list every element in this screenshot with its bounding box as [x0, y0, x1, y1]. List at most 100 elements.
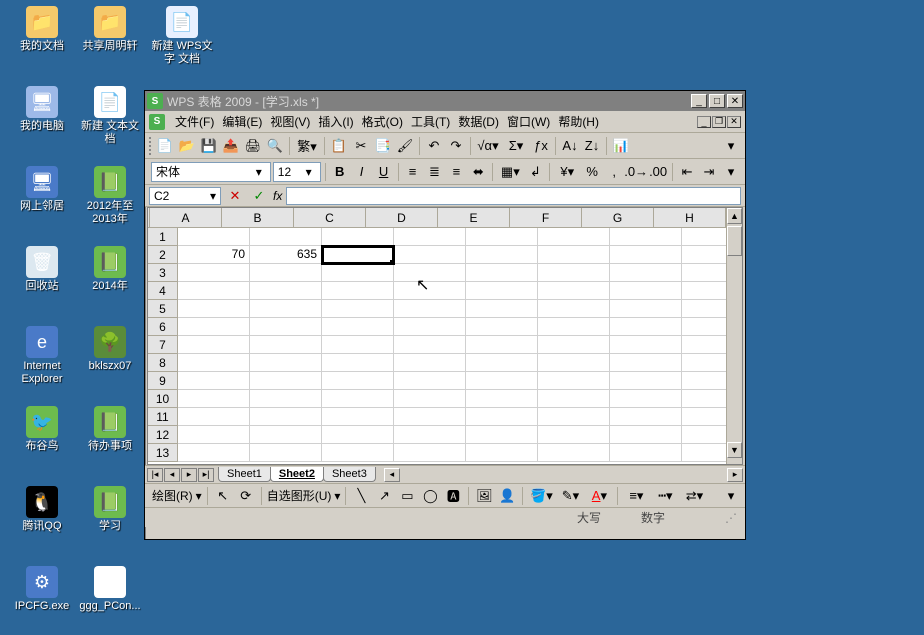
horizontal-scrollbar[interactable]: ◂ ▸	[384, 468, 743, 482]
cell[interactable]	[682, 228, 726, 246]
decrease-decimal-icon[interactable]: .00	[648, 162, 668, 182]
cell[interactable]	[610, 336, 682, 354]
cell[interactable]	[466, 246, 538, 264]
column-header[interactable]: G	[582, 208, 654, 228]
minimize-button[interactable]: _	[691, 94, 707, 108]
desktop-icon[interactable]: 🌳bklszx07	[78, 326, 142, 373]
cell[interactable]	[610, 264, 682, 282]
redo-icon[interactable]: ↷	[446, 136, 466, 156]
cell[interactable]	[682, 372, 726, 390]
cell[interactable]	[610, 282, 682, 300]
cell[interactable]	[682, 408, 726, 426]
sort-desc-icon[interactable]: Z↓	[582, 136, 602, 156]
row-header[interactable]: 1	[148, 228, 178, 246]
cell[interactable]	[682, 426, 726, 444]
desktop-icon[interactable]: 🗑回收站	[10, 246, 74, 293]
cell[interactable]	[538, 300, 610, 318]
italic-icon[interactable]: I	[352, 162, 372, 182]
column-header[interactable]: E	[438, 208, 510, 228]
cell[interactable]	[322, 228, 394, 246]
titlebar[interactable]: S WPS 表格 2009 - [学习.xls *] _ □ ✕	[145, 91, 745, 111]
save-icon[interactable]: 💾	[199, 136, 219, 156]
cell[interactable]	[538, 282, 610, 300]
cell[interactable]	[394, 372, 466, 390]
chevron-down-icon[interactable]: ▾	[302, 165, 316, 179]
cell[interactable]	[178, 408, 250, 426]
cell[interactable]	[178, 300, 250, 318]
cell[interactable]	[250, 354, 322, 372]
row-header[interactable]: 4	[148, 282, 178, 300]
row-header[interactable]: 7	[148, 336, 178, 354]
cell[interactable]	[610, 228, 682, 246]
cell[interactable]	[466, 264, 538, 282]
format-painter-icon[interactable]: 🖌	[395, 136, 415, 156]
cell[interactable]	[610, 408, 682, 426]
merge-cells-icon[interactable]: ▦▾	[497, 162, 523, 182]
cell[interactable]	[538, 354, 610, 372]
desktop-icon[interactable]: 🐧腾讯QQ	[10, 486, 74, 533]
cell[interactable]	[178, 372, 250, 390]
formula-input[interactable]	[286, 187, 741, 205]
desktop-icon[interactable]: ⚙IPCFG.exe	[10, 566, 74, 613]
open-icon[interactable]: 📂	[177, 136, 197, 156]
chevron-down-icon[interactable]: ▾	[252, 165, 266, 179]
desktop-icon[interactable]: 🖥网上邻居	[10, 166, 74, 213]
oval-icon[interactable]: ◯	[420, 486, 440, 506]
line-icon[interactable]: ╲	[351, 486, 371, 506]
cell[interactable]	[394, 246, 466, 264]
cell[interactable]	[250, 408, 322, 426]
cell[interactable]	[178, 318, 250, 336]
desktop-icon[interactable]: 📗2014年	[78, 246, 142, 293]
toolbar-overflow-icon[interactable]: ▾	[721, 162, 741, 182]
print-icon[interactable]: 🖨	[243, 136, 263, 156]
toolbar-overflow-icon[interactable]: ▾	[721, 486, 741, 506]
cell[interactable]	[466, 372, 538, 390]
scroll-thumb[interactable]	[727, 226, 742, 256]
cell[interactable]	[322, 408, 394, 426]
cell[interactable]	[682, 390, 726, 408]
comma-icon[interactable]: ,	[604, 162, 624, 182]
cell[interactable]	[466, 336, 538, 354]
menu-item[interactable]: 帮助(H)	[554, 113, 603, 131]
cell[interactable]	[538, 408, 610, 426]
cell[interactable]	[178, 426, 250, 444]
rectangle-icon[interactable]: ▭	[397, 486, 417, 506]
desktop-icon[interactable]: eInternet Explorer	[10, 326, 74, 386]
function-icon[interactable]: ƒx	[531, 136, 551, 156]
paste-icon[interactable]: 📋	[329, 136, 349, 156]
desktop-icon[interactable]: Gggg_PCon...	[78, 566, 142, 613]
indent-left-icon[interactable]: ⇤	[677, 162, 697, 182]
cell[interactable]	[466, 318, 538, 336]
percent-icon[interactable]: %	[582, 162, 602, 182]
menu-item[interactable]: 格式(O)	[358, 113, 407, 131]
cell[interactable]	[610, 426, 682, 444]
cell[interactable]	[394, 282, 466, 300]
align-right-icon[interactable]: ≡	[446, 162, 466, 182]
desktop-icon[interactable]: 🐦布谷鸟	[10, 406, 74, 453]
menu-item[interactable]: 数据(D)	[454, 113, 503, 131]
merge-center-icon[interactable]: ⬌	[468, 162, 488, 182]
cell[interactable]	[466, 390, 538, 408]
sort-asc-icon[interactable]: A↓	[560, 136, 580, 156]
toolbar-overflow-icon[interactable]: ▾	[721, 136, 741, 156]
row-header[interactable]: 11	[148, 408, 178, 426]
arrow-style-icon[interactable]: ⇄▾	[681, 486, 707, 506]
preview-icon[interactable]: 🔍	[265, 136, 285, 156]
pointer-icon[interactable]: ↖	[213, 486, 233, 506]
cell[interactable]	[682, 300, 726, 318]
mdi-close-button[interactable]: ✕	[727, 116, 741, 128]
menu-item[interactable]: 插入(I)	[314, 113, 357, 131]
cell[interactable]	[538, 426, 610, 444]
cell[interactable]	[610, 390, 682, 408]
autosum-icon[interactable]: Σ▾	[503, 136, 529, 156]
cell[interactable]	[178, 336, 250, 354]
cell[interactable]	[394, 354, 466, 372]
menu-item[interactable]: 视图(V)	[266, 113, 314, 131]
cell[interactable]	[250, 426, 322, 444]
desktop-icon[interactable]: 📄新建 WPS文字 文档	[150, 6, 214, 66]
cell[interactable]	[250, 264, 322, 282]
line-color-icon[interactable]: ✎▾	[557, 486, 583, 506]
cell[interactable]	[394, 426, 466, 444]
cell[interactable]	[322, 354, 394, 372]
vertical-scrollbar[interactable]: ▲ ▼	[726, 208, 742, 464]
